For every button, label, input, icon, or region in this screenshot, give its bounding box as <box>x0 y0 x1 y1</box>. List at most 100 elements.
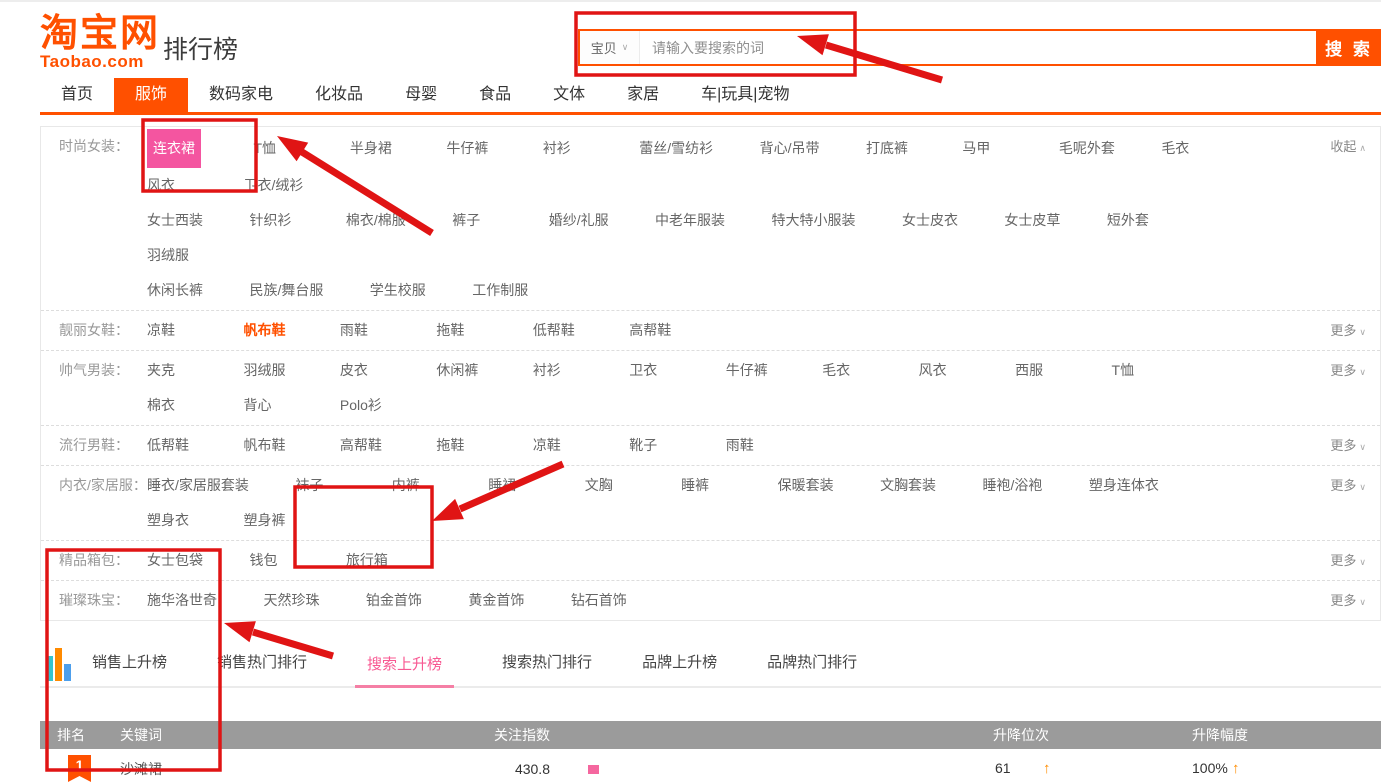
category-item[interactable]: Polo衫 <box>340 388 390 423</box>
category-item[interactable]: 高帮鞋 <box>340 428 390 463</box>
category-item[interactable]: 背心/吊带 <box>760 131 820 166</box>
category-item[interactable]: T恤 <box>253 131 303 166</box>
category-item[interactable]: 皮衣 <box>340 353 390 388</box>
category-item[interactable]: 休闲长裤 <box>147 273 203 308</box>
category-item[interactable]: 文胸套装 <box>880 468 936 503</box>
category-item[interactable]: 睡袍/浴袍 <box>983 468 1043 503</box>
category-item[interactable]: 塑身裤 <box>243 503 293 538</box>
category-item[interactable]: 西服 <box>1015 353 1065 388</box>
category-item[interactable]: 靴子 <box>629 428 679 463</box>
category-item[interactable]: 钱包 <box>249 543 299 578</box>
category-item[interactable]: 休闲裤 <box>436 353 486 388</box>
search-button[interactable]: 搜 索 <box>1316 31 1381 64</box>
nav-tab-car-toys-pets[interactable]: 车|玩具|宠物 <box>680 78 810 112</box>
category-item[interactable]: 铂金首饰 <box>366 583 422 618</box>
nav-tab-home[interactable]: 首页 <box>40 78 114 112</box>
category-item[interactable]: T恤 <box>1112 353 1162 388</box>
category-item[interactable]: 短外套 <box>1107 203 1157 238</box>
category-item[interactable]: 羽绒服 <box>147 238 197 273</box>
category-item[interactable]: 牛仔裤 <box>446 131 496 166</box>
category-item[interactable]: 女士皮草 <box>1004 203 1060 238</box>
category-item[interactable]: 打底裤 <box>866 131 916 166</box>
category-item[interactable]: 衬衫 <box>533 353 583 388</box>
logo-en-text[interactable]: Taobao.com <box>40 52 160 72</box>
category-item[interactable]: 女士包袋 <box>147 543 203 578</box>
tab-search-hot[interactable]: 搜索热门排行 <box>500 643 594 686</box>
category-item[interactable]: 棉衣/棉服 <box>346 203 406 238</box>
category-item[interactable]: 凉鞋 <box>533 428 583 463</box>
category-item[interactable]: 特大特小服装 <box>772 203 856 238</box>
nav-tab-digital[interactable]: 数码家电 <box>188 78 294 112</box>
more-link[interactable]: 更多∨ <box>1330 585 1366 618</box>
category-item[interactable]: 钻石首饰 <box>571 583 627 618</box>
category-item[interactable]: 拖鞋 <box>436 428 486 463</box>
more-link[interactable]: 更多∨ <box>1330 430 1366 463</box>
logo-cn-text[interactable]: 淘宝网 <box>40 14 160 54</box>
category-item[interactable]: 内裤 <box>392 468 442 503</box>
category-item[interactable]: 雨鞋 <box>726 428 776 463</box>
category-item[interactable]: 袜子 <box>295 468 345 503</box>
nav-tab-baby[interactable]: 母婴 <box>384 78 458 112</box>
tab-sales-rising[interactable]: 销售上升榜 <box>90 643 169 686</box>
keyword-cell[interactable]: 沙滩裙 <box>100 759 400 779</box>
nav-tab-home-goods[interactable]: 家居 <box>606 78 680 112</box>
collapse-link[interactable]: 收起∧ <box>1330 131 1366 164</box>
category-item[interactable]: 毛衣 <box>1161 131 1211 166</box>
category-item[interactable]: 高帮鞋 <box>629 313 679 348</box>
category-item[interactable]: 低帮鞋 <box>533 313 583 348</box>
category-item[interactable]: 文胸 <box>585 468 635 503</box>
category-item[interactable]: 卫衣 <box>629 353 679 388</box>
more-link[interactable]: 更多∨ <box>1330 545 1366 578</box>
category-item[interactable]: 女士皮衣 <box>902 203 958 238</box>
category-item[interactable]: 民族/舞台服 <box>249 273 323 308</box>
category-item[interactable]: 马甲 <box>962 131 1012 166</box>
category-item[interactable]: 天然珍珠 <box>263 583 319 618</box>
category-item[interactable]: 蕾丝/雪纺衫 <box>639 131 713 166</box>
category-item[interactable]: 毛衣 <box>822 353 872 388</box>
category-item-highlighted[interactable]: 帆布鞋 <box>243 313 293 348</box>
more-link[interactable]: 更多∨ <box>1330 355 1366 388</box>
category-item[interactable]: 衬衫 <box>543 131 593 166</box>
category-item[interactable]: 低帮鞋 <box>147 428 197 463</box>
category-item[interactable]: 裤子 <box>452 203 502 238</box>
category-item[interactable]: 针织衫 <box>249 203 299 238</box>
category-item[interactable]: 中老年服装 <box>655 203 725 238</box>
category-item[interactable]: 保暖套装 <box>778 468 834 503</box>
category-item-selected[interactable]: 连衣裙 <box>147 129 201 168</box>
tab-sales-hot[interactable]: 销售热门排行 <box>215 643 309 686</box>
category-item[interactable]: 塑身连体衣 <box>1089 468 1159 503</box>
category-item[interactable]: 婚纱/礼服 <box>549 203 609 238</box>
nav-tab-cosmetics[interactable]: 化妆品 <box>294 78 384 112</box>
category-item[interactable]: 羽绒服 <box>243 353 293 388</box>
category-item[interactable]: 风衣 <box>919 353 969 388</box>
category-item[interactable]: 帆布鞋 <box>243 428 293 463</box>
category-item[interactable]: 塑身衣 <box>147 503 197 538</box>
category-item[interactable]: 拖鞋 <box>436 313 486 348</box>
tab-search-rising[interactable]: 搜索上升榜 <box>355 645 454 688</box>
table-row[interactable]: 1 沙滩裙 430.8 61↑ 100%↑ <box>40 749 1381 783</box>
category-item[interactable]: 牛仔裤 <box>726 353 776 388</box>
category-item[interactable]: 工作制服 <box>472 273 528 308</box>
category-item[interactable]: 背心 <box>243 388 293 423</box>
category-item[interactable]: 凉鞋 <box>147 313 197 348</box>
category-item[interactable]: 女士西装 <box>147 203 203 238</box>
category-item[interactable]: 毛呢外套 <box>1059 131 1115 166</box>
category-item[interactable]: 施华洛世奇 <box>147 583 217 618</box>
more-link[interactable]: 更多∨ <box>1330 470 1366 503</box>
category-item[interactable]: 旅行箱 <box>346 543 396 578</box>
category-item[interactable]: 夹克 <box>147 353 197 388</box>
search-input[interactable] <box>640 31 1316 64</box>
category-item[interactable]: 睡裙 <box>488 468 538 503</box>
category-item[interactable]: 风衣 <box>147 168 197 203</box>
nav-tab-apparel[interactable]: 服饰 <box>114 78 188 112</box>
tab-brand-hot[interactable]: 品牌热门排行 <box>765 643 859 686</box>
more-link[interactable]: 更多∨ <box>1330 315 1366 348</box>
category-item[interactable]: 半身裙 <box>350 131 400 166</box>
category-item[interactable]: 棉衣 <box>147 388 197 423</box>
category-item[interactable]: 学生校服 <box>370 273 426 308</box>
category-item[interactable]: 卫衣/绒衫 <box>243 168 303 203</box>
category-item[interactable]: 睡裤 <box>681 468 731 503</box>
nav-tab-food[interactable]: 食品 <box>458 78 532 112</box>
taobao-logo[interactable]: 淘宝网 Taobao.com <box>40 14 160 72</box>
tab-brand-rising[interactable]: 品牌上升榜 <box>640 643 719 686</box>
